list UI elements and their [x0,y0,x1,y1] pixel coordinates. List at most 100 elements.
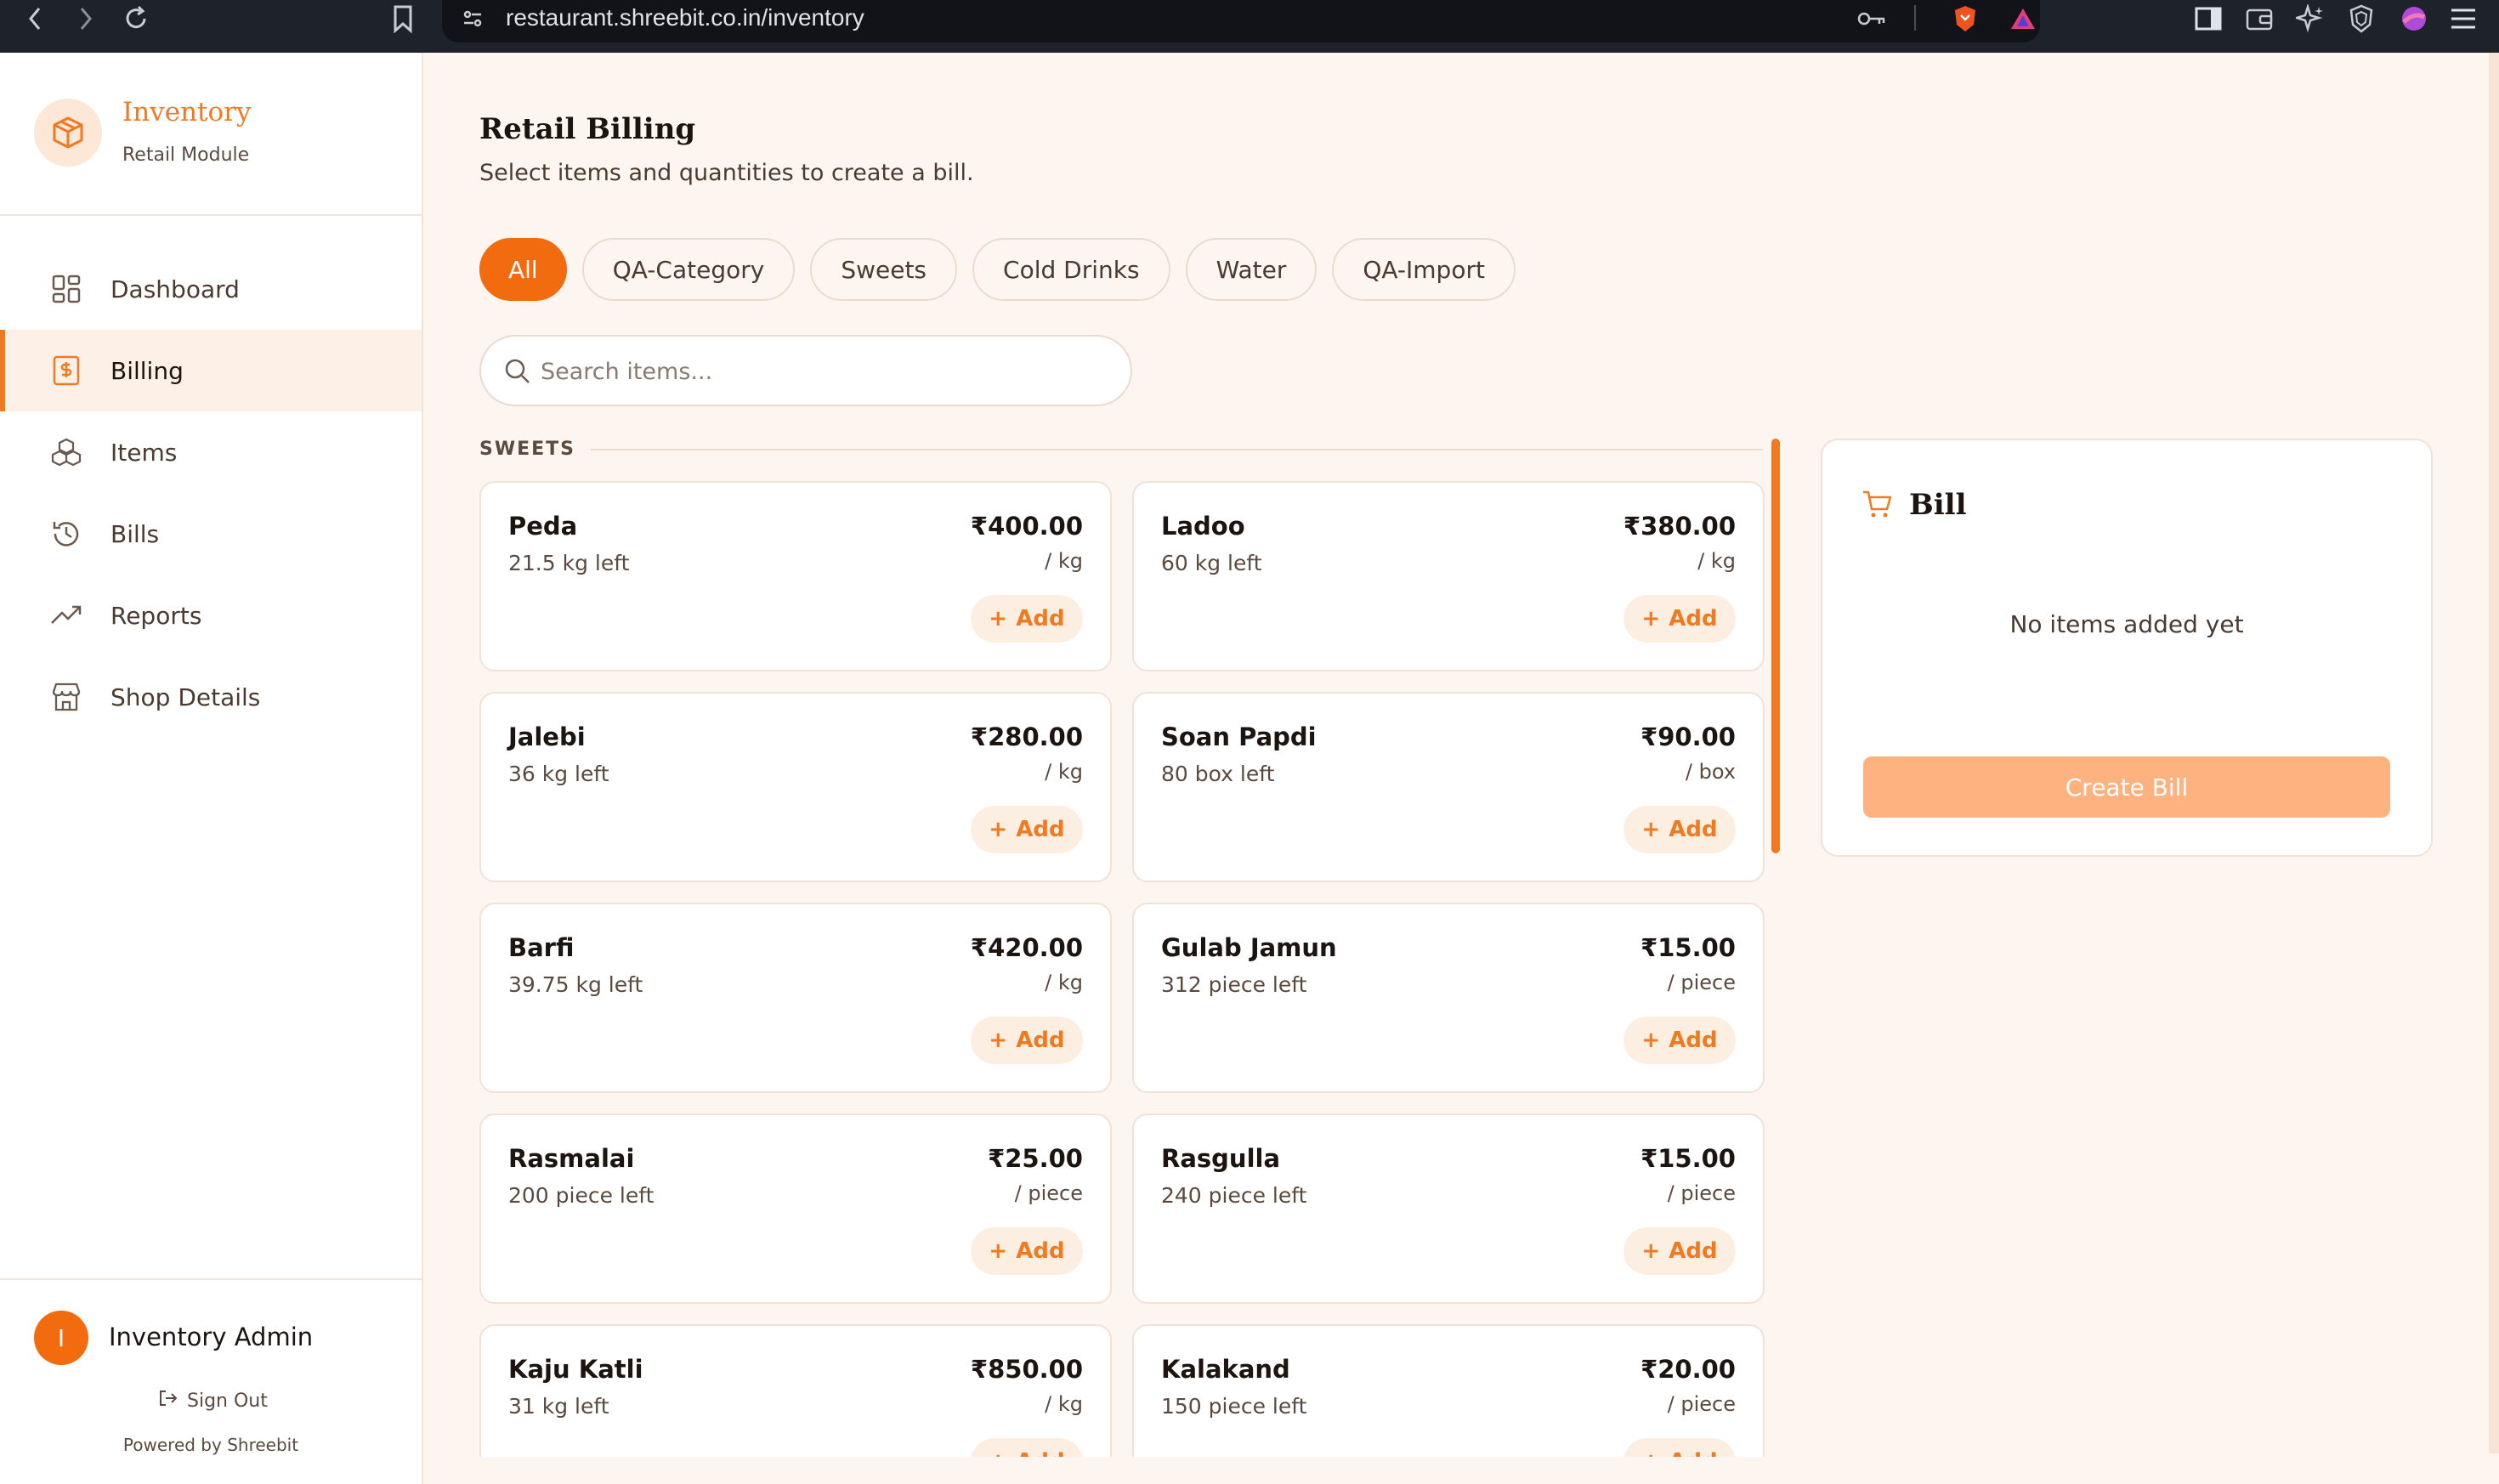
plus-icon: + [1641,1028,1661,1053]
bill-panel: Bill No items added yet Create Bill [1821,439,2433,857]
item-price: ₹90.00 [1640,722,1736,751]
sidebar-toggle-icon[interactable] [2190,2,2227,36]
item-card-barfi[interactable]: Barfi 39.75 kg left ₹420.00 / kg + Add [479,903,1112,1093]
add-button[interactable]: + Add [1624,1227,1736,1275]
plus-icon: + [989,606,1008,632]
item-stock: 31 kg left [508,1394,609,1419]
item-card-rasgulla[interactable]: Rasgulla 240 piece left ₹15.00 / piece +… [1132,1113,1765,1304]
page-title: Retail Billing [479,112,696,146]
filter-chip-cold-drinks[interactable]: Cold Drinks [972,238,1170,301]
search-input[interactable] [541,350,1102,393]
item-name: Peda [508,512,578,541]
filter-chip-qa-category[interactable]: QA-Category [581,238,796,301]
wallet-icon[interactable] [2241,2,2278,36]
url-text[interactable]: restaurant.shreebit.co.in/inventory [506,0,864,36]
sign-out-label: Sign Out [187,1390,268,1412]
brand-header: Inventory Retail Module [0,53,422,216]
forward-icon[interactable] [65,3,105,34]
avatar[interactable]: I [34,1311,88,1365]
sign-out-button[interactable]: Sign Out [158,1389,268,1413]
item-card-rasmalai[interactable]: Rasmalai 200 piece left ₹25.00 / piece +… [479,1113,1112,1304]
item-card-gulab-jamun[interactable]: Gulab Jamun 312 piece left ₹15.00 / piec… [1132,903,1765,1093]
add-label: Add [1016,817,1065,842]
section-divider [591,448,1763,450]
create-bill-button[interactable]: Create Bill [1863,756,2390,818]
item-card-ladoo[interactable]: Ladoo 60 kg left ₹380.00 / kg + Add [1132,481,1765,671]
add-label: Add [1669,1449,1717,1457]
trending-up-icon [49,598,83,632]
item-card-jalebi[interactable]: Jalebi 36 kg left ₹280.00 / kg + Add [479,692,1112,882]
plus-icon: + [1641,1449,1660,1457]
item-unit: / piece [1014,1181,1083,1205]
search-box[interactable] [479,335,1132,406]
items-scroll-area[interactable]: Peda 21.5 kg left ₹400.00 / kg + Add Lado… [479,481,1768,1457]
item-stock: 312 piece left [1161,972,1307,997]
filter-chip-qa-import[interactable]: QA-Import [1332,238,1516,301]
back-icon[interactable] [15,3,56,34]
brave-rewards-icon[interactable] [2004,2,2042,36]
add-label: Add [1669,1238,1718,1264]
item-unit: / kg [1045,971,1083,994]
menu-icon[interactable] [2445,2,2482,36]
item-card-soan-papdi[interactable]: Soan Papdi 80 box left ₹90.00 / box + Add [1132,692,1765,882]
sidebar-item-dashboard[interactable]: Dashboard [0,248,422,330]
item-price: ₹15.00 [1640,1144,1736,1173]
brave-shield-icon[interactable] [1946,2,1984,36]
item-unit: / piece [1667,971,1736,994]
sidebar-item-label: Shop Details [110,683,261,711]
filter-chip-all[interactable]: All [479,238,567,301]
plus-icon: + [1641,817,1661,842]
sidebar-item-label: Bills [110,519,160,548]
add-button[interactable]: + Add [1624,806,1736,853]
bookmark-icon[interactable] [382,3,423,34]
item-unit: / box [1685,760,1736,784]
add-button[interactable]: + Add [1624,1438,1736,1457]
item-price: ₹420.00 [970,933,1083,962]
add-button[interactable]: + Add [971,1017,1083,1064]
add-button[interactable]: + Add [971,1227,1083,1275]
plus-icon: + [989,1028,1008,1053]
add-button[interactable]: + Add [971,806,1083,853]
filter-chip-water[interactable]: Water [1185,238,1318,301]
reload-icon[interactable] [116,3,156,34]
add-button[interactable]: + Add [971,595,1083,643]
item-name: Gulab Jamun [1161,933,1337,962]
item-price: ₹850.00 [970,1355,1083,1384]
item-stock: 150 piece left [1161,1394,1307,1419]
plus-icon: + [1641,1238,1661,1264]
section-title: SWEETS [479,439,576,460]
leo-ai-icon[interactable] [2292,2,2329,36]
package-icon [34,99,102,167]
sidebar-item-label: Reports [110,601,202,630]
bill-header: Bill [1862,488,1967,522]
sidebar-item-reports[interactable]: Reports [0,575,422,656]
sidebar-footer: I Inventory Admin Sign Out Powered by Sh… [0,1278,422,1484]
add-button[interactable]: + Add [1624,595,1736,643]
sidebar-item-shop-details[interactable]: Shop Details [0,656,422,738]
password-key-icon[interactable] [1853,2,1890,36]
dashboard-grid-icon [49,272,83,306]
item-card-kaju-katli[interactable]: Kaju Katli 31 kg left ₹850.00 / kg + Add [479,1324,1112,1457]
item-price: ₹280.00 [970,722,1083,751]
sidebar-item-billing[interactable]: Billing [0,330,422,411]
browser-toolbar: restaurant.shreebit.co.in/inventory [0,0,2499,53]
site-settings-icon[interactable] [454,2,491,36]
items-grid: Peda 21.5 kg left ₹400.00 / kg + Add Lado… [479,481,1768,1457]
item-name: Soan Papdi [1161,722,1317,751]
item-card-peda[interactable]: Peda 21.5 kg left ₹400.00 / kg + Add [479,481,1112,671]
page-scrollbar[interactable] [2489,53,2499,1453]
add-button[interactable]: + Add [971,1438,1083,1457]
page-subtitle: Select items and quantities to create a … [479,160,974,186]
address-bar[interactable]: restaurant.shreebit.co.in/inventory [442,0,2040,42]
sidebar-item-items[interactable]: Items [0,411,422,493]
filter-chip-sweets[interactable]: Sweets [810,238,958,301]
item-unit: / kg [1045,760,1083,784]
item-stock: 39.75 kg left [508,972,643,997]
item-card-kalakand[interactable]: Kalakand 150 piece left ₹20.00 / piece +… [1132,1324,1765,1457]
vpn-shield-icon[interactable] [2343,2,2380,36]
items-scrollbar[interactable] [1771,439,1780,853]
item-price: ₹20.00 [1640,1355,1736,1384]
add-button[interactable]: + Add [1624,1017,1736,1064]
sidebar-item-bills[interactable]: Bills [0,493,422,575]
profile-avatar-icon[interactable] [2395,2,2433,36]
